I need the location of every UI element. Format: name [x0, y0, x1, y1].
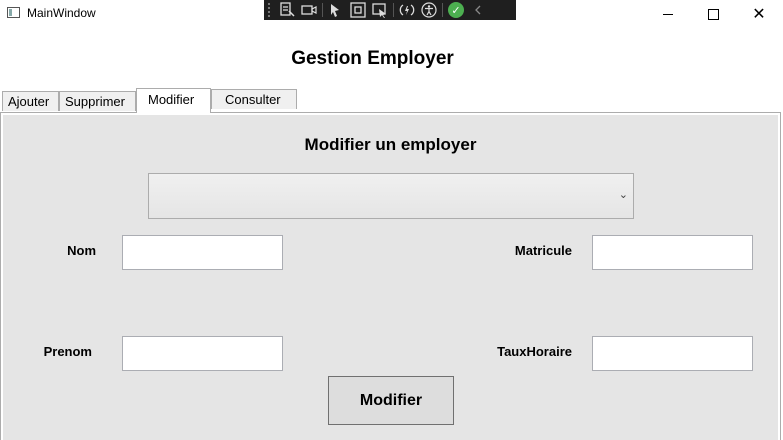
- tab-content-panel: Modifier un employer ⌄ Nom Matricule Pre…: [0, 112, 781, 440]
- tab-modifier[interactable]: Modifier: [136, 88, 211, 113]
- matricule-input[interactable]: [592, 235, 753, 270]
- form-title: Modifier un employer: [304, 135, 477, 154]
- chevron-down-icon: ⌄: [618, 188, 628, 201]
- modifier-button[interactable]: Modifier: [328, 376, 454, 425]
- close-button[interactable]: ✕: [736, 0, 782, 28]
- taux-horaire-label: TauxHoraire: [497, 344, 572, 359]
- window-title: MainWindow: [27, 6, 96, 20]
- toolbar-grip[interactable]: [268, 3, 276, 17]
- nom-input[interactable]: [122, 235, 283, 270]
- display-layout-adorners-icon[interactable]: [347, 0, 369, 20]
- tab-supprimer[interactable]: Supprimer: [59, 91, 136, 111]
- minimize-button[interactable]: [645, 0, 691, 28]
- accessibility-icon[interactable]: [418, 0, 440, 20]
- record-icon[interactable]: [298, 0, 320, 20]
- close-icon: ✕: [752, 4, 766, 23]
- select-visual-tree-icon[interactable]: [276, 0, 298, 20]
- minimize-icon: [663, 13, 673, 15]
- matricule-label: Matricule: [514, 243, 572, 258]
- collapse-icon[interactable]: [467, 0, 489, 20]
- tab-consulter[interactable]: Consulter: [211, 89, 297, 109]
- tab-ajouter[interactable]: Ajouter: [2, 91, 59, 111]
- page-title: Gestion Employer: [291, 48, 454, 69]
- toolbar-separator: [322, 3, 323, 17]
- xaml-debug-toolbar: ✓: [264, 0, 516, 20]
- app-icon: [7, 7, 20, 18]
- prenom-label: Prenom: [43, 344, 92, 359]
- toolbar-separator: [393, 3, 394, 17]
- prenom-input[interactable]: [122, 336, 283, 371]
- select-element-icon[interactable]: [325, 0, 347, 20]
- binding-failures-ok-icon[interactable]: ✓: [445, 0, 467, 20]
- taux-horaire-input[interactable]: [592, 336, 753, 371]
- employee-select[interactable]: ⌄: [148, 173, 634, 219]
- hot-reload-icon[interactable]: [396, 0, 418, 20]
- track-focused-element-icon[interactable]: [369, 0, 391, 20]
- nom-label: Nom: [67, 243, 96, 258]
- maximize-icon: [707, 8, 719, 20]
- modifier-form: Modifier un employer ⌄ Nom Matricule Pre…: [3, 115, 778, 440]
- toolbar-separator: [442, 3, 443, 17]
- maximize-button[interactable]: [690, 0, 736, 28]
